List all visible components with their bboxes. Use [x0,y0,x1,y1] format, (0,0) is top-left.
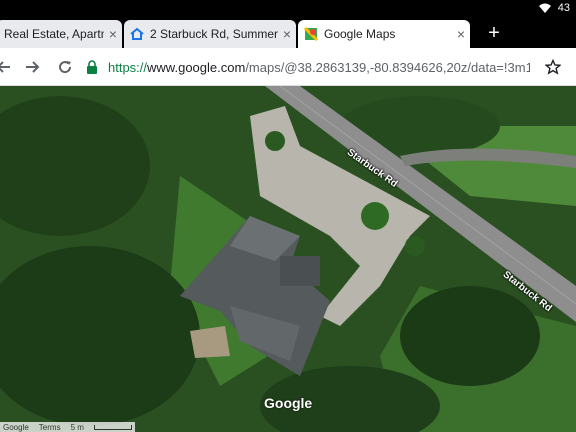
url-path: /maps/@38.2863139,-80.8394626,20z/data=!… [245,59,530,75]
lock-icon [87,60,97,74]
reload-button[interactable] [53,55,77,79]
reload-icon [59,61,72,74]
close-icon[interactable]: × [104,26,122,42]
map-attribution: Google Terms 5 m [0,422,135,432]
status-right: 43 [538,2,570,14]
tab-starbuck-rd[interactable]: 2 Starbuck Rd, Summersvill × [124,20,296,48]
home-icon [130,27,144,40]
url-scheme: https:// [108,59,148,75]
attribution-google: Google [3,422,29,432]
star-icon [544,58,562,75]
tab-strip: Real Estate, Apartme × 2 Starbuck Rd, Su… [0,18,576,48]
address-bar[interactable]: https:// www.google.com /maps/@38.286313… [86,54,530,80]
bookmark-button[interactable] [541,55,565,79]
tab-google-maps[interactable]: Google Maps × [298,20,470,48]
satellite-map[interactable]: Starbuck Rd Starbuck Rd Google Google Te… [0,86,576,432]
browser-toolbar: https:// www.google.com /maps/@38.286313… [0,48,576,86]
arrow-right-icon [26,61,40,73]
close-icon[interactable]: × [452,26,470,42]
close-icon[interactable]: × [278,26,296,42]
scale-label: 5 m [70,422,84,432]
tab-real-estate[interactable]: Real Estate, Apartme × [0,20,122,48]
back-button[interactable] [0,55,16,79]
arrow-left-icon [0,61,10,73]
terms-link[interactable]: Terms [39,423,61,432]
scale-bar [93,424,132,430]
tab-title: Real Estate, Apartme [4,27,104,41]
status-time: 43 [557,2,570,14]
google-maps-icon [304,27,318,41]
google-logo: Google [264,395,313,411]
wifi-icon [538,3,551,13]
satellite-imagery [0,86,576,432]
url-host: www.google.com [147,59,246,75]
forward-button[interactable] [20,55,44,79]
tab-title: Google Maps [324,27,396,41]
new-tab-button[interactable]: + [482,20,506,46]
status-bar: 43 [0,0,576,18]
tab-title: 2 Starbuck Rd, Summersvill [150,27,278,41]
